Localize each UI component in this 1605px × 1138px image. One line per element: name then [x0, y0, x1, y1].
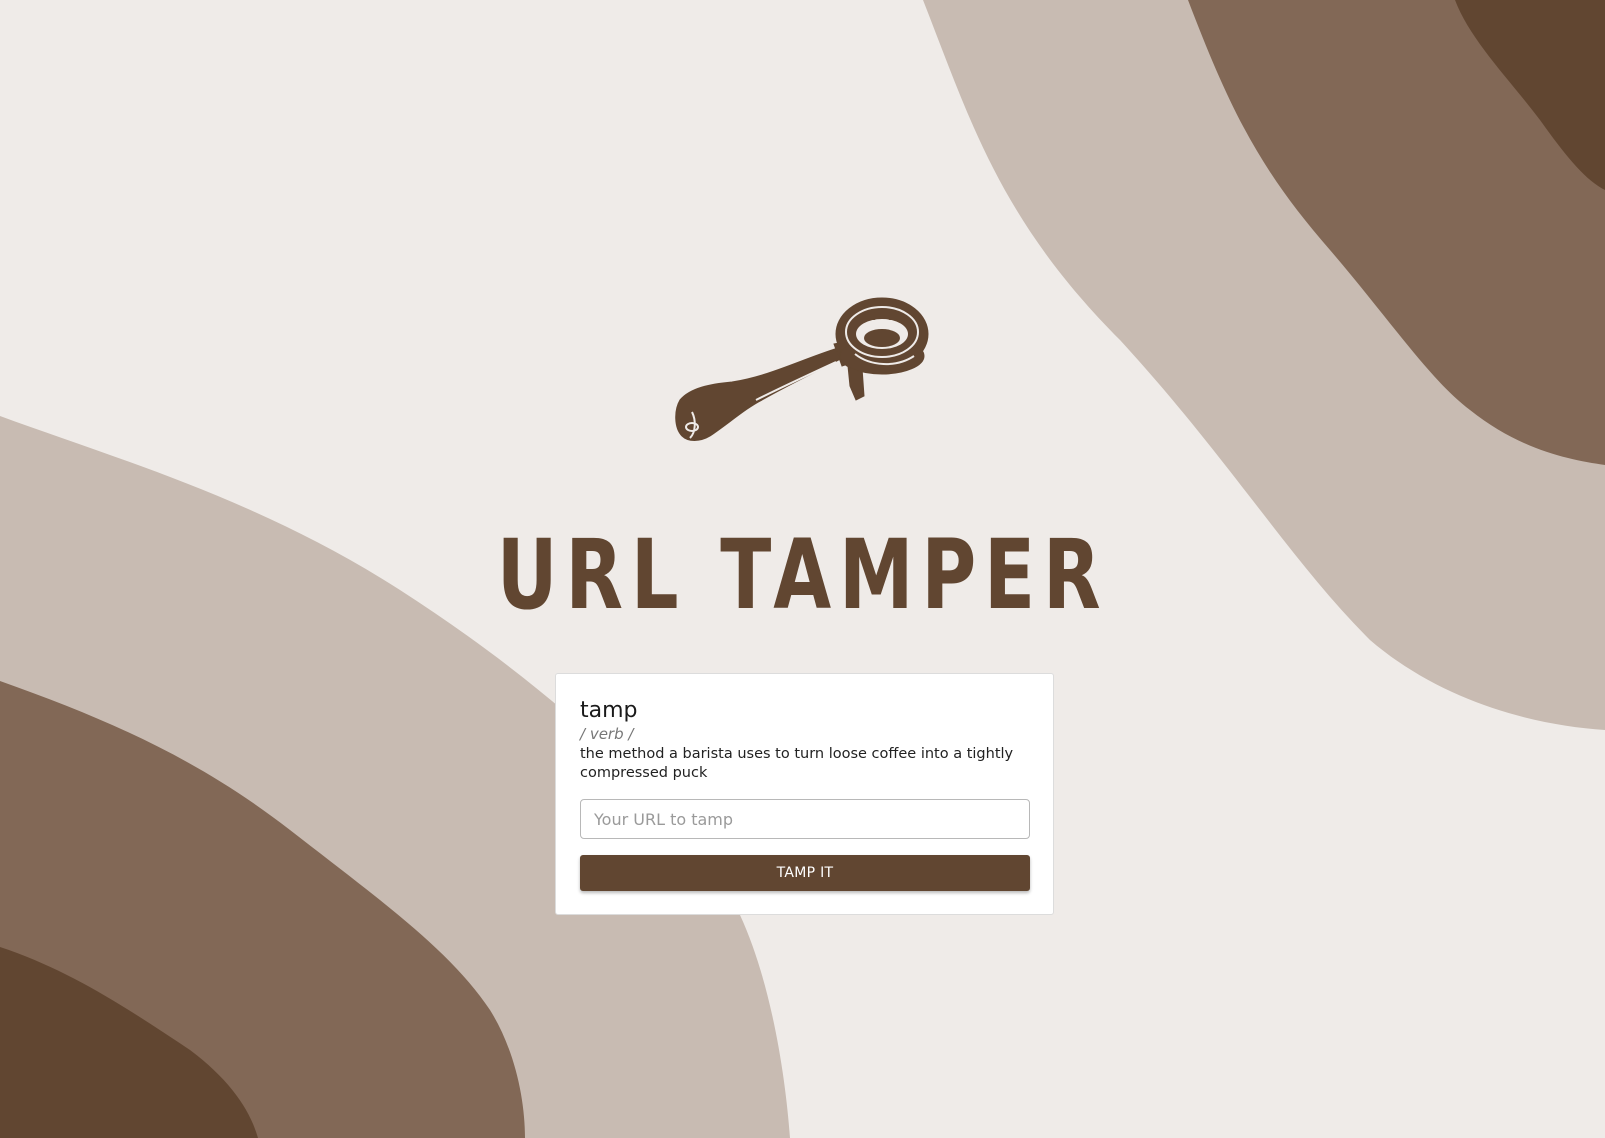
url-input[interactable] [580, 799, 1030, 839]
portafilter-icon [675, 297, 929, 441]
definition-text: the method a barista uses to turn loose … [580, 746, 1014, 781]
tamp-it-button[interactable]: TAMP IT [580, 855, 1030, 891]
app-title: URL TAMPER [496, 519, 1109, 631]
part-of-speech: / verb / [580, 725, 634, 743]
page: URL TAMPER tamp / verb / the method a ba… [0, 0, 1605, 1138]
definition-word: tamp [580, 698, 638, 723]
tamp-form-card: tamp / verb / the method a barista uses … [555, 673, 1054, 915]
